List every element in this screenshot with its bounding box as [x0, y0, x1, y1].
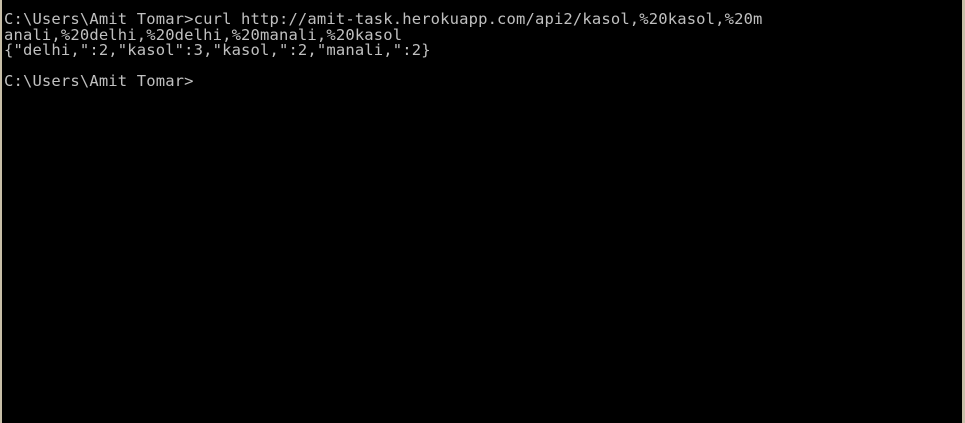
- console-window[interactable]: C:\Users\Amit Tomar>curl http://amit-tas…: [0, 0, 965, 423]
- json-response-line: {"delhi,":2,"kasol":3,"kasol,":2,"manali…: [4, 41, 431, 59]
- command-prompt[interactable]: C:\Users\Amit Tomar>: [4, 73, 962, 90]
- console-output: C:\Users\Amit Tomar>curl http://amit-tas…: [4, 11, 962, 90]
